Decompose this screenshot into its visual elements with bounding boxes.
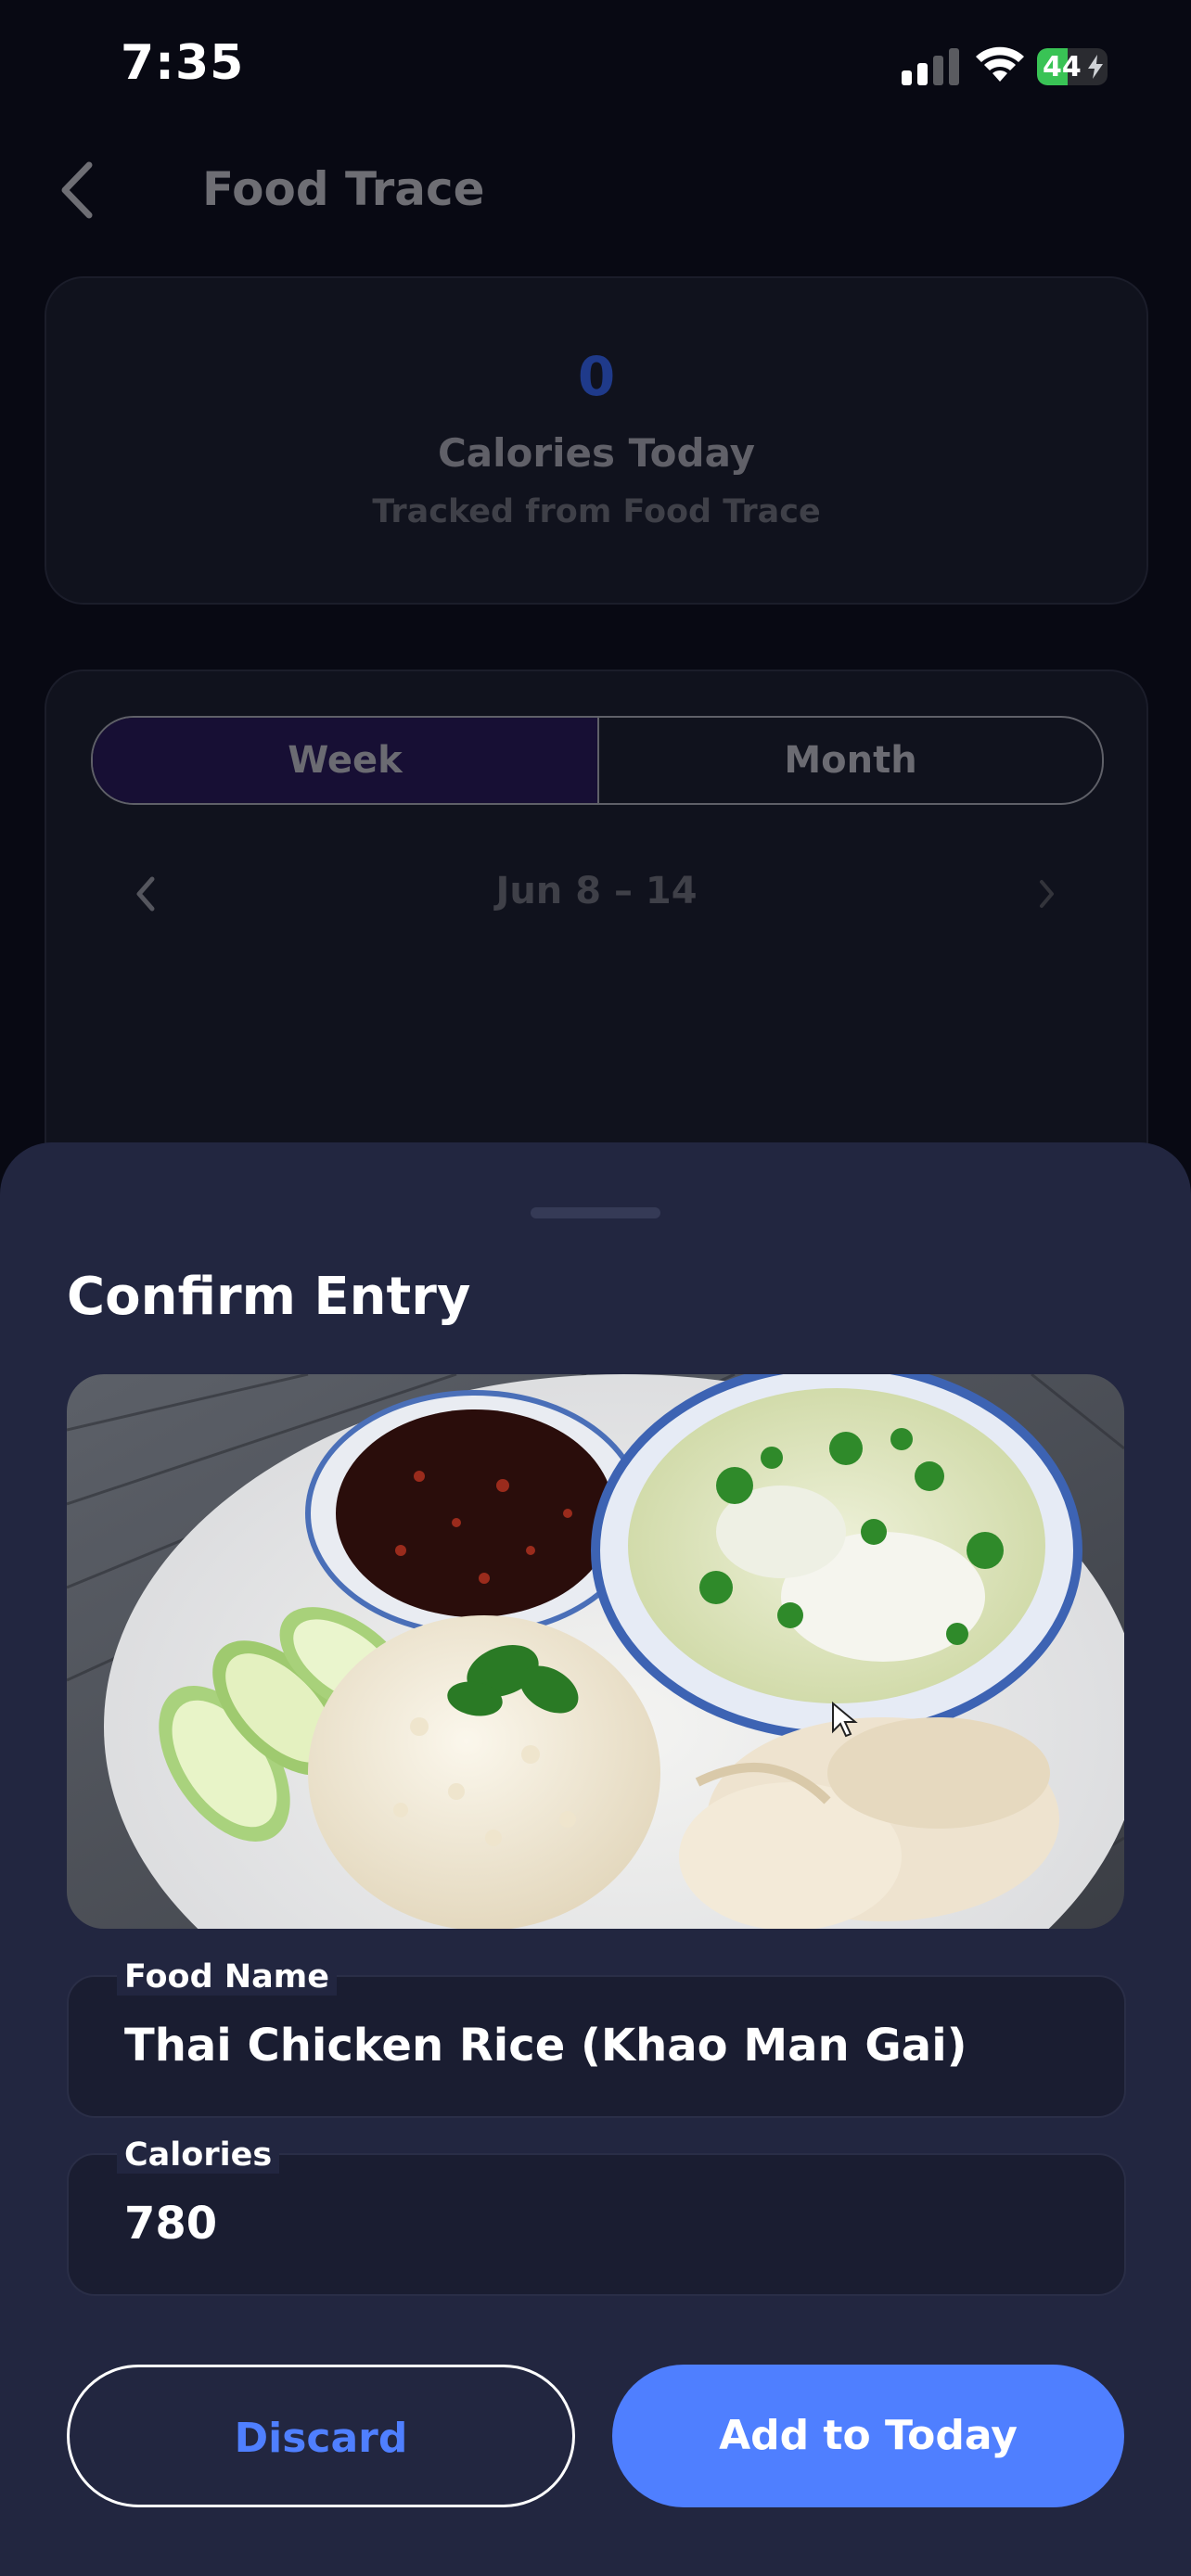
page-title: Food Trace	[202, 162, 485, 216]
calories-summary-card: 0 Calories Today Tracked from Food Trace	[45, 276, 1148, 605]
food-name-field[interactable]: Food Name Thai Chicken Rice (Khao Man Ga…	[67, 1958, 1126, 2118]
next-range-chevron-icon[interactable]	[1035, 877, 1057, 911]
back-chevron-icon[interactable]	[56, 158, 102, 223]
calories-input[interactable]: 780	[124, 2198, 1052, 2250]
food-trace-screen: 7:35 44 Food Trace 0 Calories Today Trac…	[0, 0, 1191, 2576]
calories-today-value: 0	[577, 345, 616, 408]
status-bar: 7:35 44	[0, 0, 1191, 130]
food-name-label: Food Name	[117, 1958, 337, 1996]
sheet-grabber[interactable]	[531, 1207, 660, 1218]
add-to-today-button[interactable]: Add to Today	[612, 2365, 1124, 2507]
food-photo-image	[67, 1374, 1124, 1929]
confirm-entry-sheet: Confirm Entry Food Name Thai Chicken Ric…	[0, 1142, 1191, 2576]
food-name-input[interactable]: Thai Chicken Rice (Khao Man Gai)	[124, 2020, 1052, 2072]
calories-today-label: Calories Today	[437, 430, 756, 476]
range-segmented-control: Week Month	[91, 716, 1104, 805]
tab-month[interactable]: Month	[598, 718, 1102, 803]
cellular-signal-icon	[902, 46, 959, 85]
date-range-label: Jun 8 – 14	[495, 870, 698, 912]
discard-button[interactable]: Discard	[67, 2365, 575, 2507]
wifi-icon	[976, 46, 1024, 82]
calories-source-label: Tracked from Food Trace	[372, 493, 821, 530]
battery-percent: 44	[1043, 51, 1082, 83]
battery-icon: 44	[1037, 48, 1108, 85]
food-photo	[67, 1374, 1124, 1929]
charging-bolt-icon	[1088, 55, 1103, 79]
tab-week[interactable]: Week	[93, 718, 599, 803]
calories-field[interactable]: Calories 780	[67, 2136, 1126, 2296]
calories-label: Calories	[117, 2136, 280, 2174]
status-time: 7:35	[121, 35, 245, 91]
sheet-title: Confirm Entry	[67, 1267, 471, 1327]
